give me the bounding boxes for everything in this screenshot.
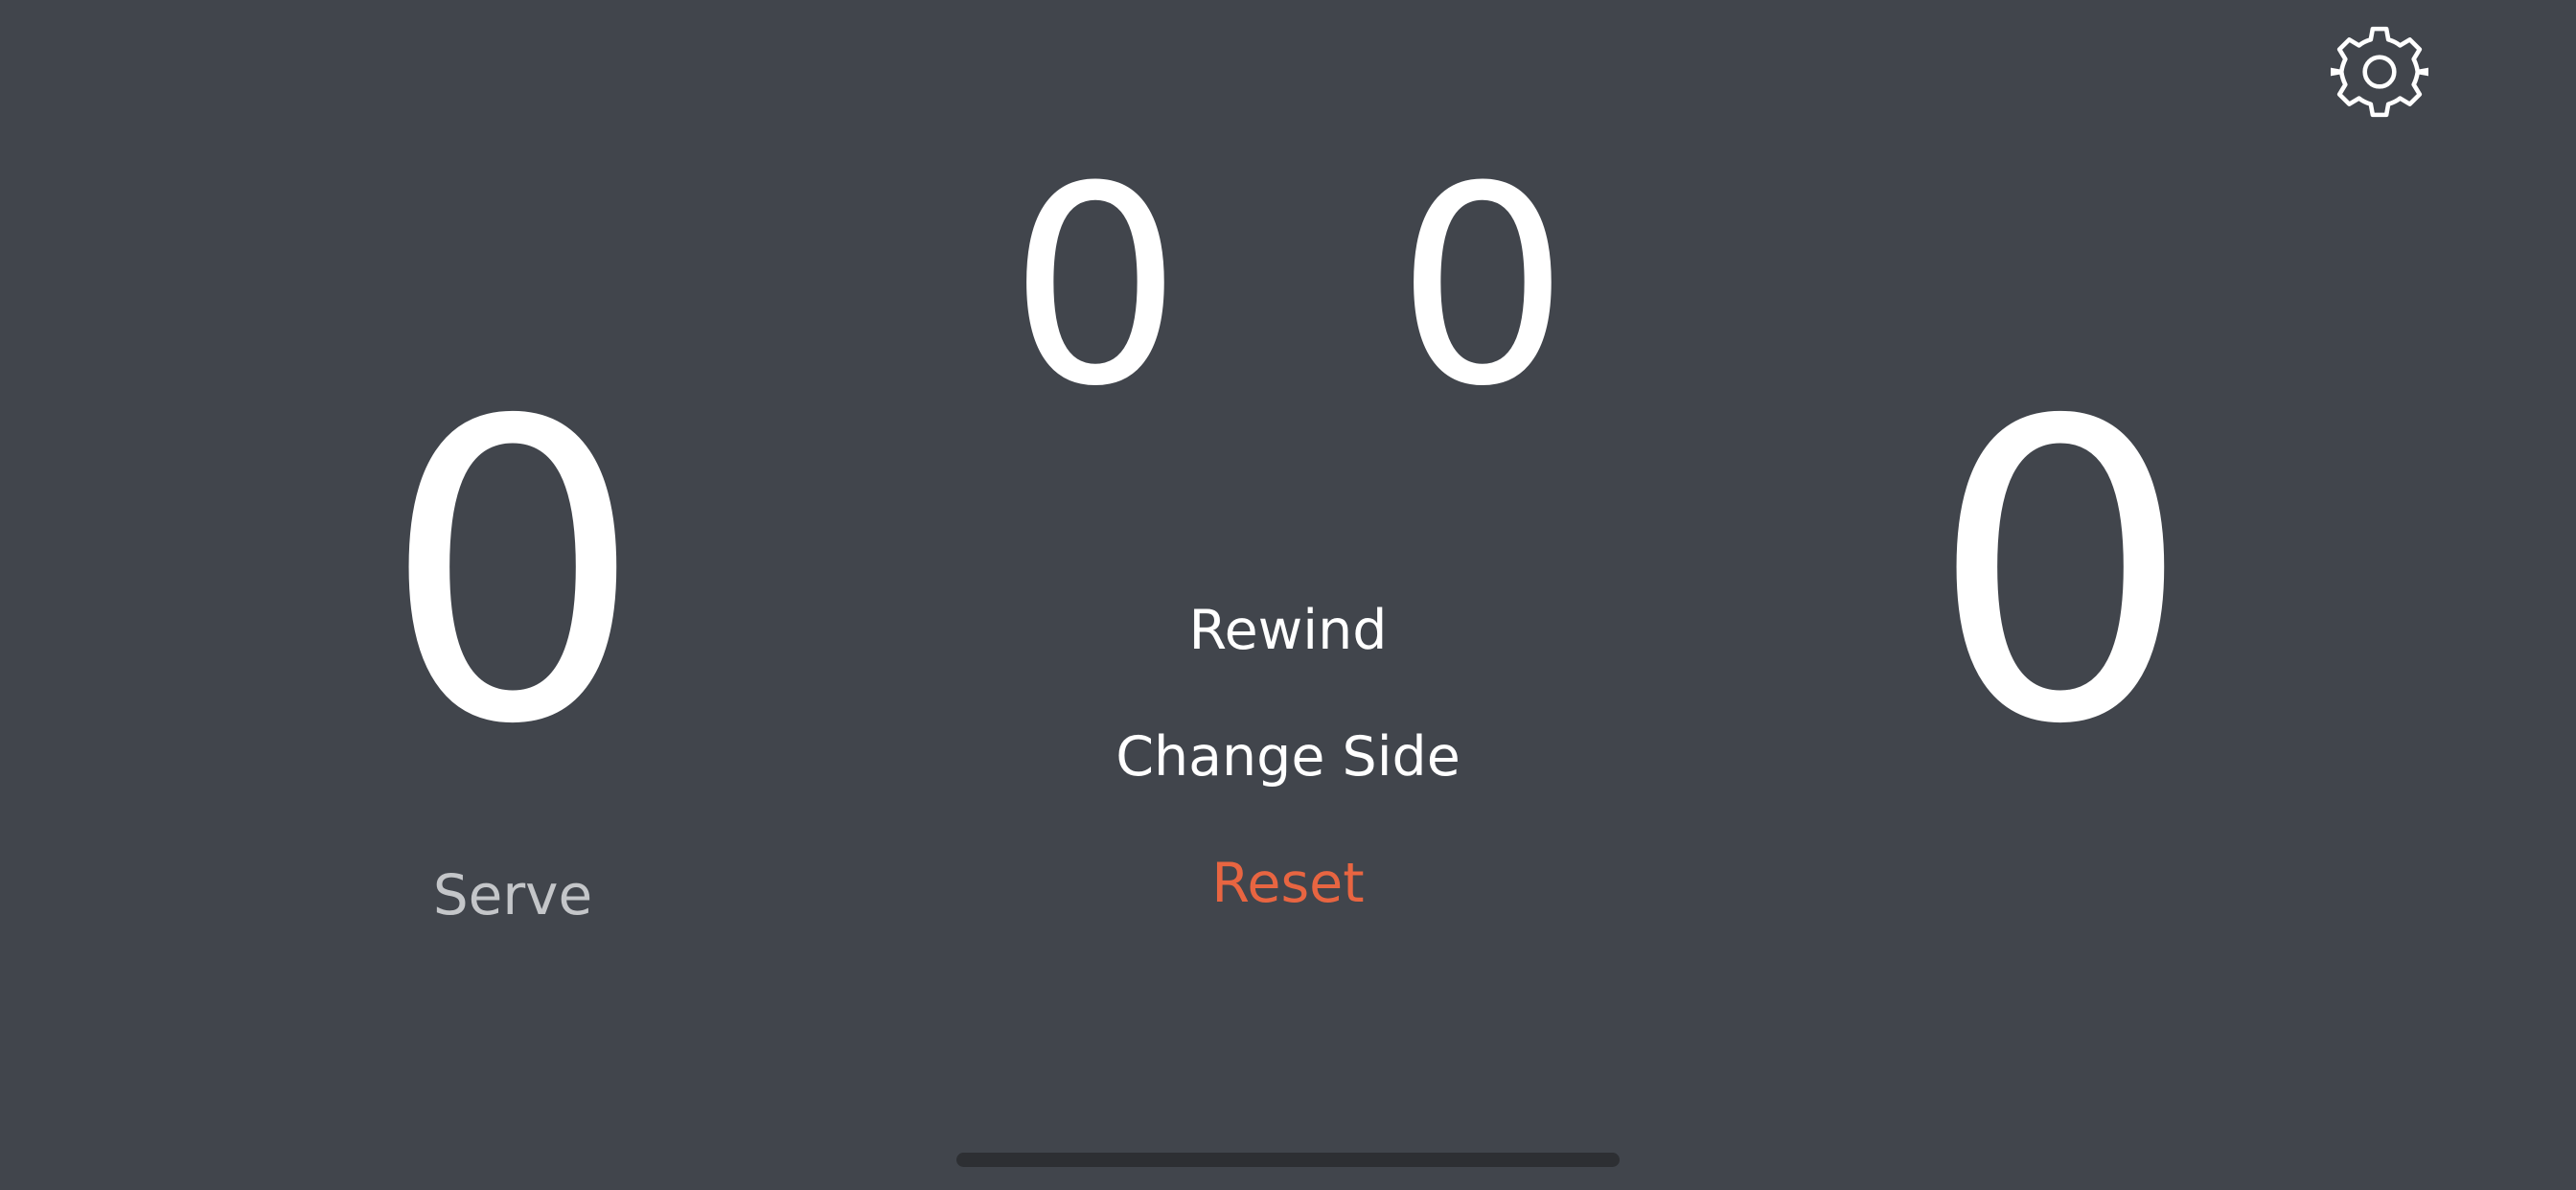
right-points-score[interactable]: 0 bbox=[1898, 369, 2223, 781]
change-side-button[interactable]: Change Side bbox=[1000, 730, 1576, 793]
rewind-button[interactable]: Rewind bbox=[1000, 604, 1576, 667]
left-points-score[interactable]: 0 bbox=[350, 369, 676, 781]
right-games-score[interactable]: 0 bbox=[1387, 151, 1578, 424]
home-indicator[interactable] bbox=[956, 1153, 1620, 1167]
left-games-score[interactable]: 0 bbox=[1000, 151, 1191, 424]
reset-button[interactable]: Reset bbox=[1000, 857, 1576, 920]
gear-icon bbox=[2331, 26, 2428, 118]
serve-button[interactable]: Serve bbox=[383, 867, 642, 923]
center-actions: Rewind Change Side Reset bbox=[1000, 604, 1576, 920]
settings-button[interactable] bbox=[2331, 23, 2428, 121]
